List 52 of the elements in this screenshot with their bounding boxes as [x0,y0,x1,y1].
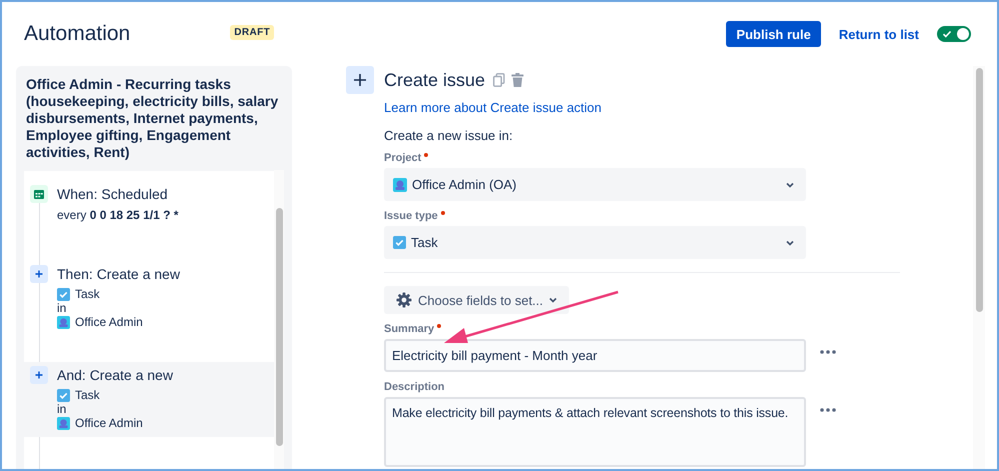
choose-fields-button[interactable]: Choose fields to set... [384,286,570,314]
summary-field[interactable]: Electricity bill payment - Month year [384,339,806,372]
more-icon[interactable] [820,408,836,412]
issue-type-text: Task [75,287,100,302]
scrollbar[interactable] [274,170,284,469]
project-avatar-icon [57,417,70,430]
schedule-text: every 0 0 18 25 1/1 ? * [57,207,178,223]
page-title: Automation [24,22,130,46]
chevron-down-icon [786,182,794,188]
action-title: Create issue [384,70,486,90]
check-icon [942,29,952,39]
intro-text: Create a new issue in: [384,128,514,143]
field-label: Project [384,152,422,164]
select-field[interactable]: Office Admin (OA) [384,168,806,201]
settings-icon [396,292,412,308]
field-label: Summary [384,323,434,335]
description-field[interactable]: Make electricity bill payments & attach relevant screenshots to this issue. [384,397,806,467]
rule-toggle[interactable] [937,26,971,42]
step-heading: When: Scheduled [57,185,169,203]
scrollbar[interactable] [973,66,985,469]
step-heading: Then: Create a new [57,265,180,283]
add-button[interactable] [346,66,374,94]
connector-text: in [57,302,68,315]
help-link[interactable]: Learn more about Create issue action [384,100,904,115]
status-badge: DRAFT [230,24,274,40]
return-link[interactable]: Return to list [838,26,919,42]
project-avatar-icon [393,178,407,192]
project-avatar-icon [57,316,70,329]
task-icon [57,288,70,301]
rule-step[interactable]: Then: Create a new Task in Office Admin [24,265,276,330]
issue-type-text: Task [75,388,100,403]
plus-icon [30,265,48,283]
field-label: Issue type [384,210,438,222]
calendar-icon [30,185,48,203]
step-heading: And: Create a new [57,366,173,384]
project-text: Office Admin [75,315,143,330]
chevron-down-icon [549,297,558,303]
publish-button[interactable]: Publish rule [726,21,821,47]
select-field[interactable]: Task [384,226,806,259]
field-label: Description [384,381,445,393]
trash-icon[interactable] [511,73,524,87]
rule-title: Office Admin - Recurring tasks (housekeeping, electricity bills, salary disbursements, Internet payments, Employee gifting, Engagement activities, Rent) [25,76,280,161]
plus-icon [353,73,367,87]
more-icon[interactable] [820,350,836,354]
rule-step[interactable]: And: Create a new Task in Office Admin [24,362,276,437]
connector-text: in [57,403,68,416]
task-icon [57,389,70,402]
chevron-down-icon [786,240,794,246]
project-text: Office Admin [75,416,143,431]
plus-icon [30,366,48,384]
rule-step[interactable]: When: Scheduled every 0 0 18 25 1/1 ? * [24,185,276,265]
task-icon [393,236,406,249]
